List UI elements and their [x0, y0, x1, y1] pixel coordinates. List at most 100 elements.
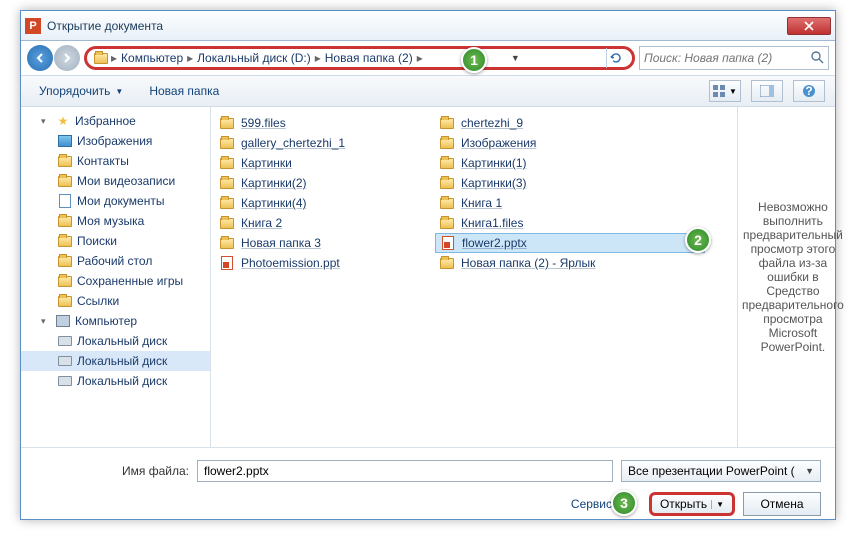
file-col-2: 2 chertezhi_9ИзображенияКартинки(1)Карти…: [435, 113, 705, 441]
nav-row: ▸ Компьютер ▸ Локальный диск (D:) ▸ Нова…: [21, 41, 835, 75]
open-button[interactable]: Открыть ▼: [649, 492, 735, 516]
sidebar-item[interactable]: Локальный диск: [21, 371, 210, 391]
sidebar-item[interactable]: ▾Компьютер: [21, 311, 210, 331]
file-item[interactable]: Картинки(3): [435, 173, 705, 193]
footer: Имя файла: Все презентации PowerPoint ( …: [21, 447, 835, 526]
forward-button[interactable]: [54, 45, 80, 71]
breadcrumb-item[interactable]: Новая папка (2): [323, 51, 415, 65]
file-item[interactable]: Картинки: [215, 153, 435, 173]
search-box[interactable]: [639, 46, 829, 70]
sidebar-item[interactable]: Изображения: [21, 131, 210, 151]
folder-icon: [219, 155, 235, 171]
sidebar-item-label: Избранное: [75, 114, 136, 128]
preview-message: Невозможно выполнить предварительный про…: [742, 200, 844, 354]
preview-pane-button[interactable]: [751, 80, 783, 102]
drive-icon: [57, 333, 73, 349]
file-item[interactable]: gallery_chertezhi_1: [215, 133, 435, 153]
sidebar-item[interactable]: Контакты: [21, 151, 210, 171]
file-item[interactable]: Новая папка (2) - Ярлык: [435, 253, 705, 273]
sidebar-item[interactable]: Поиски: [21, 231, 210, 251]
favorites-icon: ★: [55, 113, 71, 129]
folder-icon: [93, 50, 109, 66]
sidebar-item[interactable]: Локальный диск: [21, 351, 210, 371]
sidebar-item[interactable]: ▾★Избранное: [21, 111, 210, 131]
folder-icon: [219, 135, 235, 151]
search-icon[interactable]: [810, 50, 824, 67]
file-item[interactable]: Photoemission.ppt: [215, 253, 435, 273]
arrow-right-icon: [61, 52, 73, 64]
sidebar-item[interactable]: Сохраненные игры: [21, 271, 210, 291]
sidebar-item[interactable]: Моя музыка: [21, 211, 210, 231]
breadcrumb-item[interactable]: Локальный диск (D:): [195, 51, 313, 65]
folder-icon: [439, 175, 455, 191]
file-name: Новая папка 3: [241, 236, 321, 250]
view-mode-button[interactable]: ▼: [709, 80, 741, 102]
file-list-pane[interactable]: 599.filesgallery_chertezhi_1КартинкиКарт…: [211, 107, 737, 447]
chevron-down-icon: ▼: [805, 466, 814, 476]
dialog-body: ▾★ИзбранноеИзображенияКонтактыМои видеоз…: [21, 107, 835, 447]
folder-icon: [439, 195, 455, 211]
folder-icon: [57, 173, 73, 189]
file-item[interactable]: Новая папка 3: [215, 233, 435, 253]
filename-input[interactable]: [197, 460, 613, 482]
file-item[interactable]: flower2.pptx: [435, 233, 705, 253]
folder-icon: [439, 255, 455, 271]
sidebar-item[interactable]: Мои видеозаписи: [21, 171, 210, 191]
powerpoint-file-icon: [440, 235, 456, 251]
file-item[interactable]: Книга1.files: [435, 213, 705, 233]
folder-icon: [57, 253, 73, 269]
sidebar-item-label: Локальный диск: [77, 354, 167, 368]
file-name: flower2.pptx: [462, 236, 527, 250]
breadcrumb-sep: ▸: [415, 51, 425, 65]
search-input[interactable]: [644, 51, 810, 65]
sidebar-item-label: Локальный диск: [77, 334, 167, 348]
file-item[interactable]: Книга 2: [215, 213, 435, 233]
file-name: Книга 2: [241, 216, 282, 230]
file-name: 599.files: [241, 116, 286, 130]
folder-icon: [439, 155, 455, 171]
address-dropdown[interactable]: ▼: [505, 53, 526, 63]
sidebar-item[interactable]: Локальный диск: [21, 331, 210, 351]
image-icon: [57, 133, 73, 149]
file-item[interactable]: Изображения: [435, 133, 705, 153]
open-file-dialog: P Открытие документа ▸ Компьютер ▸ Локал…: [20, 10, 836, 520]
sidebar-item-label: Сохраненные игры: [77, 274, 183, 288]
window-title: Открытие документа: [47, 19, 787, 33]
toolbar: Упорядочить▼ Новая папка ▼ ?: [21, 75, 835, 107]
file-item[interactable]: chertezhi_9: [435, 113, 705, 133]
callout-badge-1: 1: [461, 47, 487, 73]
file-item[interactable]: Картинки(2): [215, 173, 435, 193]
refresh-button[interactable]: [606, 48, 626, 68]
folder-icon: [219, 215, 235, 231]
drive-icon: [57, 353, 73, 369]
close-button[interactable]: [787, 17, 831, 35]
titlebar: P Открытие документа: [21, 11, 835, 41]
sidebar-item[interactable]: Мои документы: [21, 191, 210, 211]
file-name: Картинки(4): [241, 196, 307, 210]
sidebar-item[interactable]: Рабочий стол: [21, 251, 210, 271]
back-button[interactable]: [27, 45, 53, 71]
file-name: Изображения: [461, 136, 536, 150]
file-item[interactable]: Картинки(1): [435, 153, 705, 173]
folder-icon: [57, 213, 73, 229]
preview-pane-icon: [760, 85, 774, 97]
new-folder-button[interactable]: Новая папка: [141, 82, 227, 100]
sidebar-item-label: Компьютер: [75, 314, 137, 328]
sidebar-item-label: Ссылки: [77, 294, 119, 308]
organize-button[interactable]: Упорядочить▼: [31, 82, 131, 100]
sidebar-item[interactable]: Ссылки: [21, 291, 210, 311]
filter-label: Все презентации PowerPoint (: [628, 464, 795, 478]
powerpoint-file-icon: [219, 255, 235, 271]
cancel-button[interactable]: Отмена: [743, 492, 821, 516]
file-item[interactable]: Картинки(4): [215, 193, 435, 213]
file-item[interactable]: Книга 1: [435, 193, 705, 213]
help-button[interactable]: ?: [793, 80, 825, 102]
breadcrumb-item[interactable]: Компьютер: [119, 51, 185, 65]
file-item[interactable]: 599.files: [215, 113, 435, 133]
document-icon: [57, 193, 73, 209]
folder-icon: [57, 273, 73, 289]
address-bar[interactable]: ▸ Компьютер ▸ Локальный диск (D:) ▸ Нова…: [84, 46, 635, 70]
sidebar-item-label: Контакты: [77, 154, 129, 168]
filetype-filter[interactable]: Все презентации PowerPoint ( ▼: [621, 460, 821, 482]
file-name: chertezhi_9: [461, 116, 523, 130]
